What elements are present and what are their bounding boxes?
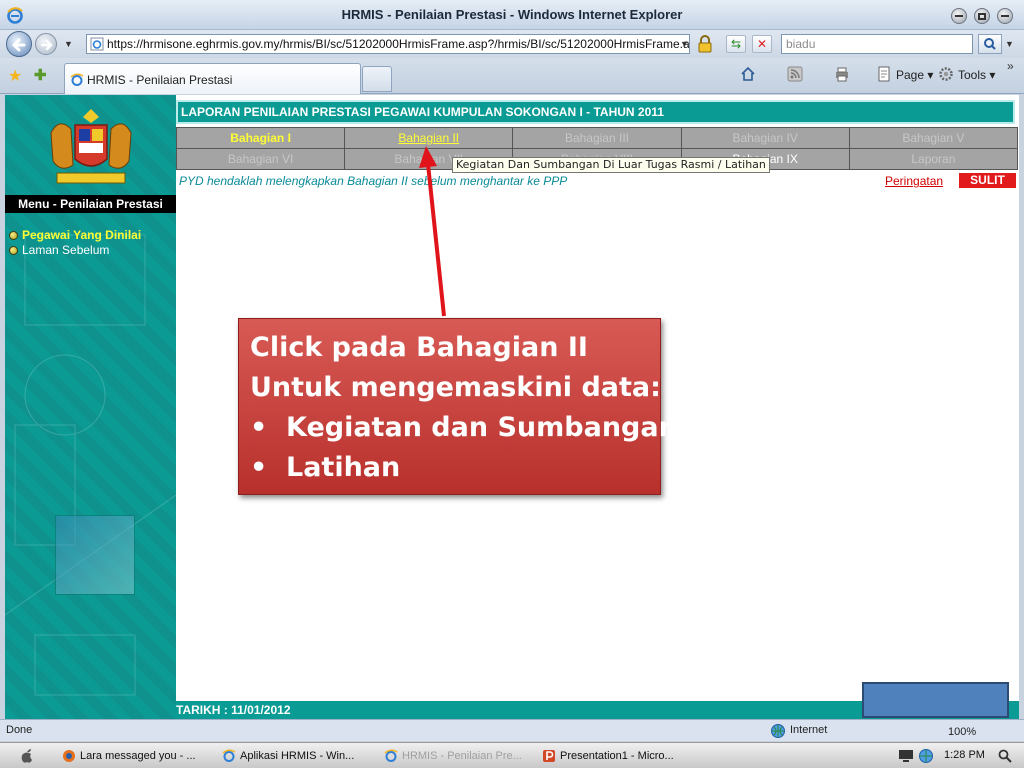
zoom-level[interactable]: 100% — [948, 726, 976, 738]
window-title: HRMIS - Penilaian Prestasi - Windows Int… — [341, 7, 683, 22]
internet-globe-icon — [771, 724, 785, 738]
minimize-button[interactable] — [951, 8, 967, 24]
task-label: Aplikasi HRMIS - Win... — [240, 750, 355, 762]
back-arrow-icon — [11, 38, 26, 52]
print-icon[interactable] — [834, 66, 850, 82]
address-field[interactable]: https://hrmisone.eghrmis.gov.my/hrmis/BI… — [86, 34, 690, 54]
favorites-star-icon[interactable]: ★ — [8, 66, 22, 86]
tab-bahagian-2[interactable]: Bahagian II — [344, 127, 514, 149]
address-url: https://hrmisone.eghrmis.gov.my/hrmis/BI… — [107, 37, 690, 51]
sidebar: Menu - Penilaian Prestasi Pegawai Yang D… — [5, 95, 176, 719]
add-favorites-icon[interactable]: ✚ — [34, 66, 47, 84]
network-globe-tray-icon[interactable] — [918, 748, 934, 764]
tools-gear-icon — [939, 67, 953, 81]
lock-icon[interactable] — [696, 35, 714, 53]
spotlight-search-icon[interactable] — [998, 749, 1012, 763]
sidebar-item-label: Pegawai Yang Dinilai — [22, 228, 142, 242]
address-toolbar: ▼ https://hrmisone.eghrmis.gov.my/hrmis/… — [0, 30, 1024, 58]
monitor-tray-icon[interactable] — [898, 749, 914, 763]
page-menu-label: Page — [896, 68, 925, 82]
task-label: HRMIS - Penilaian Pre... — [402, 750, 522, 762]
tab-bahagian-1[interactable]: Bahagian I — [175, 127, 346, 149]
search-options-icon[interactable]: ▼ — [1005, 39, 1014, 49]
task-presentation1[interactable]: Presentation1 - Micro... — [540, 745, 674, 767]
task-hrmis-penilaian[interactable]: HRMIS - Penilaian Pre... — [382, 745, 522, 767]
back-button[interactable] — [6, 31, 32, 57]
coat-of-arms-logo — [50, 109, 132, 184]
home-icon[interactable] — [740, 66, 756, 82]
instruction-callout: Click pada Bahagian II Untuk mengemaskin… — [238, 318, 678, 495]
ie-icon — [384, 749, 398, 762]
tab-bahagian-6[interactable]: Bahagian VI — [175, 148, 346, 170]
sidebar-item-laman-sebelum[interactable]: Laman Sebelum — [9, 243, 109, 257]
callout-line-1: Click pada Bahagian II — [250, 332, 588, 363]
forward-arrow-icon — [40, 39, 53, 51]
address-dropdown-icon[interactable]: ▼ — [680, 39, 689, 49]
tab-bar: ★ ✚ HRMIS - Penilaian Prestasi Page ▾ To… — [0, 58, 1024, 94]
status-text: Done — [6, 724, 33, 736]
browser-tab-active[interactable]: HRMIS - Penilaian Prestasi — [64, 63, 361, 94]
sidebar-item-pegawai-yang-dinilai[interactable]: Pegawai Yang Dinilai — [9, 228, 141, 242]
recent-pages-dropdown-icon[interactable]: ▼ — [64, 39, 73, 49]
tab-bahagian-5[interactable]: Bahagian V — [848, 127, 1019, 149]
browser-tab-title: HRMIS - Penilaian Prestasi — [87, 73, 233, 87]
tab-ie-icon — [70, 73, 84, 86]
task-aplikasi-hrmis[interactable]: Aplikasi HRMIS - Win... — [220, 745, 354, 767]
apple-logo-icon[interactable] — [20, 748, 34, 764]
sidebar-decorative-image — [55, 515, 135, 595]
tools-menu-label: Tools — [958, 68, 987, 82]
title-bar: HRMIS - Penilaian Prestasi - Windows Int… — [0, 0, 1024, 30]
task-label: Presentation1 - Micro... — [560, 750, 674, 762]
search-icon — [984, 38, 996, 50]
task-label: Lara messaged you - ... — [80, 750, 196, 762]
search-input[interactable]: biadu — [781, 34, 973, 54]
powerpoint-icon — [543, 750, 555, 762]
callout-bullet-1-text: Kegiatan dan Sumbangan — [286, 412, 678, 443]
callout-bullet-2-text: Latihan — [286, 452, 401, 483]
maximize-button[interactable] — [974, 8, 990, 24]
task-lara-messaged[interactable]: Lara messaged you - ... — [60, 745, 196, 767]
refresh-icon: ⇆ — [730, 37, 742, 51]
screen: HRMIS - Penilaian Prestasi - Windows Int… — [0, 0, 1024, 768]
page-ie-icon — [90, 37, 104, 51]
forward-button[interactable] — [35, 33, 57, 55]
callout-bullet-1: • Kegiatan dan Sumbangan — [250, 408, 678, 448]
stop-icon: ✕ — [756, 37, 768, 51]
security-zone: Internet — [790, 724, 828, 736]
callout-bullet-2: • Latihan — [250, 448, 660, 488]
bullet-icon: • — [250, 452, 268, 483]
ie-icon — [222, 749, 236, 762]
peringatan-link[interactable]: Peringatan — [885, 174, 943, 188]
tab-bahagian-3[interactable]: Bahagian III — [512, 127, 682, 149]
feeds-icon[interactable] — [787, 66, 803, 82]
new-tab-button[interactable] — [362, 66, 392, 92]
menu-title: Menu - Penilaian Prestasi — [5, 195, 176, 213]
refresh-button[interactable]: ⇆ — [726, 35, 746, 53]
bullet-icon — [9, 231, 18, 240]
close-button[interactable] — [997, 8, 1013, 24]
sidebar-item-label: Laman Sebelum — [22, 243, 110, 257]
tools-menu[interactable]: Tools ▾ — [958, 68, 995, 82]
tab-laporan[interactable]: Laporan — [848, 148, 1019, 170]
bullet-icon — [9, 246, 18, 255]
search-button[interactable] — [978, 34, 1002, 54]
page-menu[interactable]: Page ▾ — [896, 68, 933, 82]
status-bar: Done Internet 100% — [0, 719, 1024, 741]
notice-text: PYD hendaklah melengkapkan Bahagian II s… — [179, 174, 568, 188]
callout-line-2: Untuk mengemaskini data: — [250, 372, 661, 403]
stop-button[interactable]: ✕ — [752, 35, 772, 53]
page-menu-icon — [878, 66, 890, 82]
tooltip: Kegiatan Dan Sumbangan Di Luar Tugas Ras… — [452, 157, 770, 173]
firefox-icon — [63, 750, 75, 762]
report-title: LAPORAN PENILAIAN PRESTASI PEGAWAI KUMPU… — [176, 100, 1015, 124]
taskbar: Lara messaged you - ... Aplikasi HRMIS -… — [0, 742, 1024, 768]
blue-overlay-box — [862, 682, 1009, 718]
clock: 1:28 PM — [944, 749, 985, 761]
tab-bahagian-4[interactable]: Bahagian IV — [680, 127, 850, 149]
bullet-icon: • — [250, 412, 268, 443]
sulit-badge: SULIT — [959, 173, 1016, 188]
more-commands-icon[interactable]: » — [1007, 59, 1014, 73]
